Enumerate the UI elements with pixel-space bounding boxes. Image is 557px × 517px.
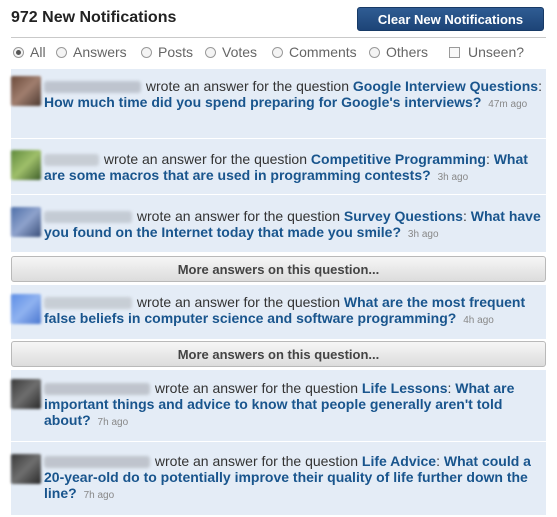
filter-unseen-label: Unseen?: [468, 44, 525, 60]
timestamp: 3h ago: [407, 229, 439, 240]
radio-icon[interactable]: [205, 46, 216, 58]
user-name-blurred[interactable]: [44, 154, 99, 167]
topic-link[interactable]: Google Interview Questions: [353, 78, 538, 94]
radio-icon[interactable]: [369, 46, 380, 58]
clear-notifications-button[interactable]: Clear New Notifications: [357, 7, 544, 31]
radio-icon[interactable]: [56, 46, 67, 58]
user-name-blurred[interactable]: [44, 297, 132, 310]
notification-item[interactable]: wrote an answer for the question Google …: [11, 69, 546, 139]
topic-separator: :: [485, 151, 490, 167]
topic-separator: :: [462, 208, 467, 224]
user-avatar[interactable]: [11, 454, 41, 484]
header-divider: [11, 37, 546, 38]
timestamp: 7h ago: [97, 417, 129, 428]
user-name-blurred[interactable]: [44, 211, 132, 224]
topic-link[interactable]: Life Lessons: [362, 380, 448, 396]
user-name-blurred[interactable]: [44, 456, 150, 469]
action-text: wrote an answer for the question: [103, 151, 308, 167]
topic-link[interactable]: Competitive Programming: [311, 151, 486, 167]
filter-votes[interactable]: Votes: [205, 42, 257, 62]
action-text: wrote an answer for the question: [154, 380, 359, 396]
filter-others[interactable]: Others: [369, 42, 428, 62]
filter-comments[interactable]: Comments: [272, 42, 357, 62]
topic-separator: :: [447, 380, 452, 396]
user-avatar[interactable]: [11, 150, 41, 180]
filter-answers-label: Answers: [73, 44, 127, 60]
timestamp: 47m ago: [488, 99, 528, 110]
page-title: 972 New Notifications: [11, 9, 177, 26]
topic-link[interactable]: Life Advice: [362, 453, 436, 469]
timestamp: 3h ago: [437, 172, 469, 183]
notifications-header: 972 New Notifications Clear New Notifica…: [0, 0, 557, 38]
action-text: wrote an answer for the question: [136, 294, 341, 310]
topic-separator: :: [538, 78, 542, 94]
filter-votes-label: Votes: [222, 44, 258, 60]
checkbox-icon[interactable]: [449, 46, 460, 58]
radio-icon[interactable]: [141, 46, 152, 58]
timestamp: 7h ago: [83, 490, 115, 501]
filter-others-label: Others: [386, 44, 429, 60]
filter-unseen[interactable]: Unseen?: [449, 42, 524, 62]
notification-item[interactable]: wrote an answer for the question Competi…: [11, 139, 546, 195]
topic-separator: :: [436, 453, 440, 469]
filter-bar: All Answers Posts Votes Comments Others …: [11, 42, 546, 62]
user-avatar[interactable]: [11, 76, 41, 106]
action-text: wrote an answer for the question: [136, 208, 341, 224]
radio-icon[interactable]: [272, 46, 283, 58]
filter-answers[interactable]: Answers: [56, 42, 127, 62]
question-link[interactable]: How much time did you spend preparing fo…: [44, 94, 481, 110]
notification-item[interactable]: wrote an answer for the question What ar…: [11, 285, 546, 340]
more-answers-button[interactable]: More answers on this question...: [11, 341, 546, 367]
user-avatar[interactable]: [11, 379, 41, 409]
radio-checked-icon[interactable]: [13, 46, 24, 58]
filter-posts[interactable]: Posts: [141, 42, 193, 62]
notification-item[interactable]: wrote an answer for the question Survey …: [11, 195, 546, 253]
filter-all-label: All: [30, 44, 46, 60]
timestamp: 4h ago: [463, 315, 494, 326]
user-name-blurred[interactable]: [44, 81, 141, 94]
user-name-blurred[interactable]: [44, 383, 150, 396]
filter-posts-label: Posts: [158, 44, 194, 60]
topic-link[interactable]: Survey Questions: [344, 208, 463, 224]
user-avatar[interactable]: [11, 207, 41, 237]
action-text: wrote an answer for the question: [145, 78, 350, 94]
filter-comments-label: Comments: [289, 44, 357, 60]
filter-all[interactable]: All: [13, 42, 46, 62]
notification-item[interactable]: wrote an answer for the question Life Le…: [11, 370, 546, 442]
action-text: wrote an answer for the question: [154, 453, 359, 469]
user-avatar[interactable]: [11, 294, 41, 324]
more-answers-button[interactable]: More answers on this question...: [11, 256, 546, 282]
notification-item[interactable]: wrote an answer for the question Life Ad…: [11, 442, 546, 516]
